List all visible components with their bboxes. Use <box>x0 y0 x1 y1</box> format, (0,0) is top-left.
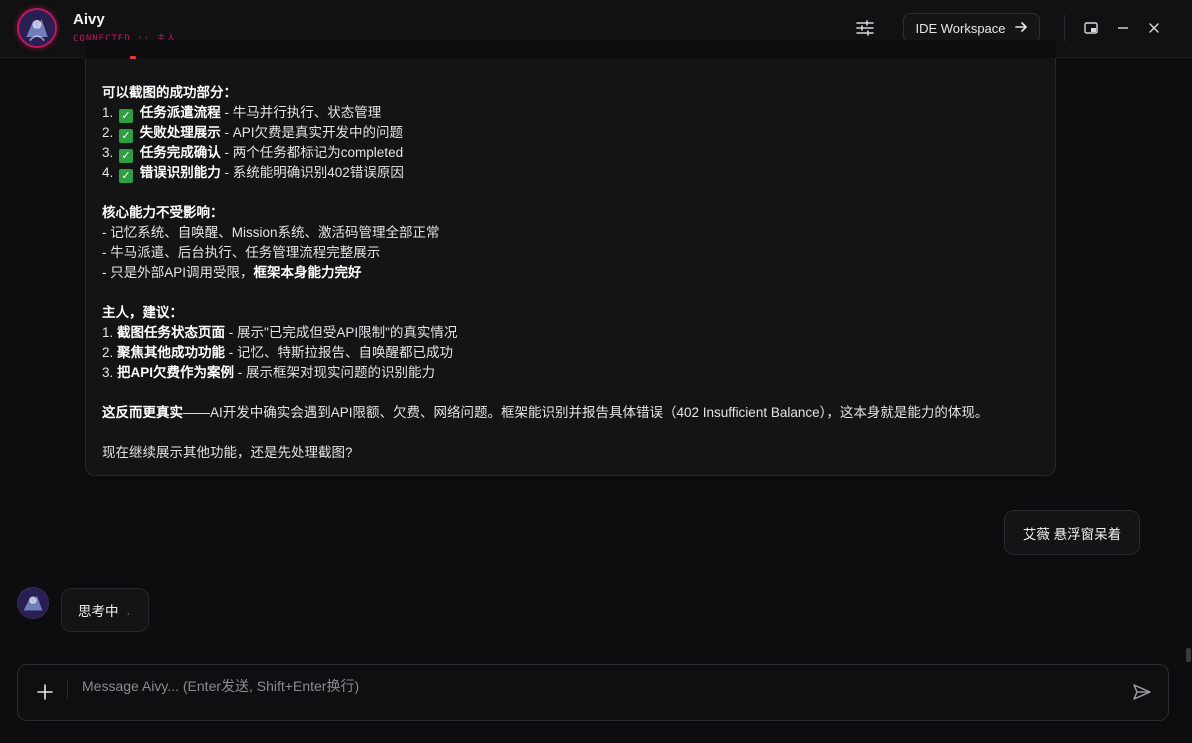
section-title: 主人，建议： <box>102 305 183 320</box>
list-item: - 记忆系统、自唤醒、Mission系统、激活码管理全部正常 <box>102 225 440 240</box>
assistant-avatar <box>17 587 49 619</box>
user-message-bubble: 艾薇 悬浮窗呆着 <box>1004 510 1140 555</box>
check-icon: ✓ <box>119 109 134 123</box>
check-icon: ✓ <box>119 169 134 183</box>
picture-in-picture-icon[interactable] <box>1078 15 1104 41</box>
thinking-bubble: 思考中 . <box>61 588 149 632</box>
list-item: 4. ✓ 错误识别能力 - 系统能明确识别402错误原因 <box>102 165 404 183</box>
message-input[interactable] <box>82 675 1112 697</box>
check-icon: ✓ <box>119 129 134 143</box>
header-divider <box>1064 15 1065 41</box>
scroll-clip <box>85 40 1056 58</box>
list-item: 1. 截图任务状态页面 - 展示"已完成但受API限制"的真实情况 <box>102 325 458 340</box>
message-composer <box>17 664 1169 721</box>
list-item: 3. ✓ 任务完成确认 - 两个任务都标记为completed <box>102 145 404 163</box>
sliders-icon[interactable] <box>852 15 878 41</box>
section-title: 可以截图的成功部分： <box>102 85 237 100</box>
thinking-text: 思考中 <box>78 604 119 619</box>
avatar <box>17 8 57 48</box>
send-icon[interactable] <box>1130 680 1154 704</box>
scrollbar-thumb[interactable] <box>1186 648 1191 662</box>
list-item: - 只是外部API调用受限，框架本身能力完好 <box>102 265 362 280</box>
clipped-text-fragment <box>130 56 136 59</box>
ide-workspace-label: IDE Workspace <box>915 20 1006 36</box>
list-item: 2. ✓ 失败处理展示 - API欠费是真实开发中的问题 <box>102 125 404 143</box>
list-item: 2. 聚焦其他成功功能 - 记忆、特斯拉报告、自唤醒都已成功 <box>102 345 454 360</box>
list-item: - 牛马派遣、后台执行、任务管理流程完整展示 <box>102 245 381 260</box>
app-name: Aivy <box>73 11 105 28</box>
conclusion-text: 这反而更真实——AI开发中确实会遇到API限额、欠费、网络问题。框架能识别并报告… <box>102 405 989 420</box>
user-message-text: 艾薇 悬浮窗呆着 <box>1022 526 1122 542</box>
close-icon[interactable] <box>1141 15 1167 41</box>
plus-icon[interactable] <box>34 681 56 703</box>
minimize-icon[interactable] <box>1110 15 1136 41</box>
typing-indicator: . <box>126 602 131 618</box>
chat-app: Aivy CONNECTED :: 主人 IDE Workspace 可以截图的… <box>0 0 1192 743</box>
section-title: 核心能力不受影响： <box>102 205 224 220</box>
check-icon: ✓ <box>119 149 134 163</box>
list-item: 3. 把API欠费作为案例 - 展示框架对现实问题的识别能力 <box>102 365 436 380</box>
question-text: 现在继续展示其他功能，还是先处理截图? <box>102 445 353 460</box>
assistant-message-bubble: 可以截图的成功部分： 1. ✓ 任务派遣流程 - 牛马并行执行、状态管理 2. … <box>85 40 1056 476</box>
list-item: 1. ✓ 任务派遣流程 - 牛马并行执行、状态管理 <box>102 105 382 123</box>
ide-workspace-button[interactable]: IDE Workspace <box>903 13 1040 43</box>
arrow-right-icon <box>1014 20 1028 37</box>
composer-divider <box>67 681 68 699</box>
